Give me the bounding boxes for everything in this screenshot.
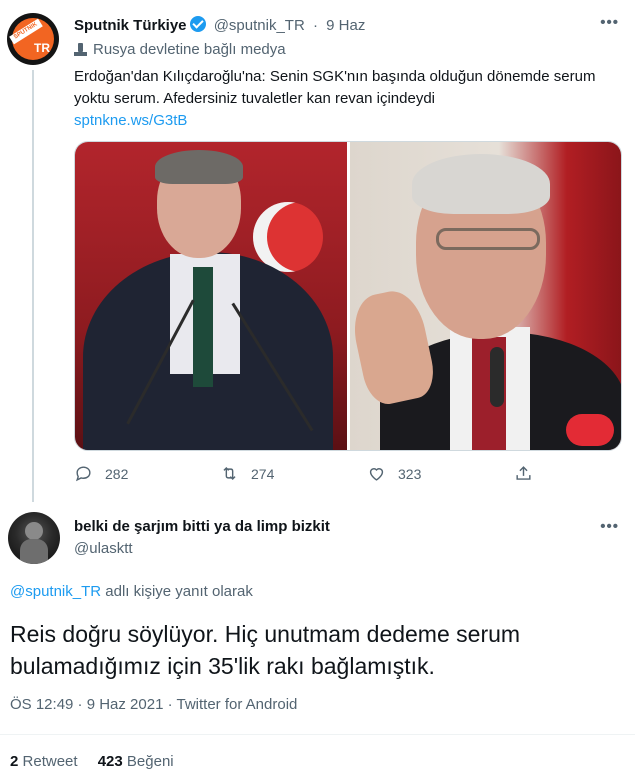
more-icon[interactable]: ••• (600, 14, 619, 31)
state-media-label[interactable]: Rusya devletine bağlı medya (74, 41, 286, 58)
heart-icon (369, 468, 384, 481)
tweet2-meta[interactable]: ÖS 12:49 · 9 Haz 2021 · Twitter for Andr… (10, 696, 297, 713)
hair-shape-right (411, 154, 550, 214)
likes-stat-label: Beğeni (126, 753, 174, 770)
tweet1-date[interactable]: 9 Haz (326, 17, 365, 34)
media-photo-right[interactable] (349, 142, 621, 450)
tweet2-handle[interactable]: @ulasktt (74, 540, 133, 557)
reply-mention-link[interactable]: @sputnik_TR (10, 583, 101, 600)
tweet1-body: Erdoğan'dan Kılıçdaroğlu'na: Senin SGK'n… (74, 66, 614, 132)
tweet1-display-name[interactable]: Sputnik Türkiye (74, 17, 187, 34)
tie-shape (193, 267, 213, 387)
avatar-logo-text: TR (34, 41, 50, 55)
retweet-icon (223, 466, 236, 481)
tweet1-link[interactable]: sptnkne.ws/G3tB (74, 110, 614, 132)
verified-badge-icon (189, 16, 206, 32)
retweets-stat-count: 2 (10, 753, 19, 770)
retweet-count: 274 (251, 465, 275, 482)
like-action[interactable]: 323 (367, 464, 421, 483)
reply-action[interactable]: 282 (74, 464, 128, 483)
reply-context-text: adlı kişiye yanıt olarak (101, 583, 253, 600)
reply-icon (75, 466, 91, 482)
tweet1-text: Erdoğan'dan Kılıçdaroğlu'na: Senin SGK'n… (74, 68, 596, 107)
share-icon (516, 466, 531, 480)
tweet1-media[interactable] (74, 141, 622, 451)
reply-context: @sputnik_TR adlı kişiye yanıt olarak (10, 583, 253, 600)
retweet-action[interactable]: 274 (220, 464, 274, 483)
hair-shape (155, 150, 243, 184)
reply-count: 282 (105, 465, 129, 482)
flag-crescent (253, 202, 323, 272)
share-action[interactable] (514, 464, 545, 483)
media-photo-left[interactable] (75, 142, 347, 450)
glasses-shape (435, 228, 540, 250)
likes-stat[interactable]: 423 Beğeni (98, 753, 174, 770)
sputnik-avatar[interactable]: SPUTNIK TR (7, 13, 59, 65)
raised-hand-shape (349, 285, 439, 409)
avatar-figure-body (20, 539, 48, 564)
tweet1-handle[interactable]: @sputnik_TR (214, 17, 305, 34)
tweet2-stats: 2 Retweet 423 Beğeni (10, 753, 174, 770)
channel-logo-shape (565, 414, 614, 446)
thread-connector-line (32, 70, 34, 502)
like-count: 323 (398, 465, 422, 482)
user-avatar[interactable] (8, 512, 60, 564)
state-media-label-text: Rusya devletine bağlı medya (93, 41, 286, 58)
divider (0, 734, 635, 735)
tweet2-display-name[interactable]: belki de şarjım bitti ya da limp bizkit (74, 518, 330, 535)
tweet1-separator: · (312, 17, 318, 34)
tweet1-header: Sputnik Türkiye @sputnik_TR · 9 Haz (74, 16, 365, 34)
retweets-stat-label: Retweet (22, 753, 78, 770)
likes-stat-count: 423 (97, 753, 123, 770)
state-media-icon (74, 43, 87, 56)
more-icon[interactable]: ••• (600, 518, 619, 535)
microphone-right-photo (489, 347, 504, 407)
retweets-stat[interactable]: 2 Retweet (10, 753, 78, 770)
tweet2-text: Reis doğru söylüyor. Hiç unutmam dedeme … (10, 621, 521, 679)
tweet1-action-bar: 282 274 323 (74, 464, 554, 486)
avatar-figure-head (25, 522, 43, 540)
